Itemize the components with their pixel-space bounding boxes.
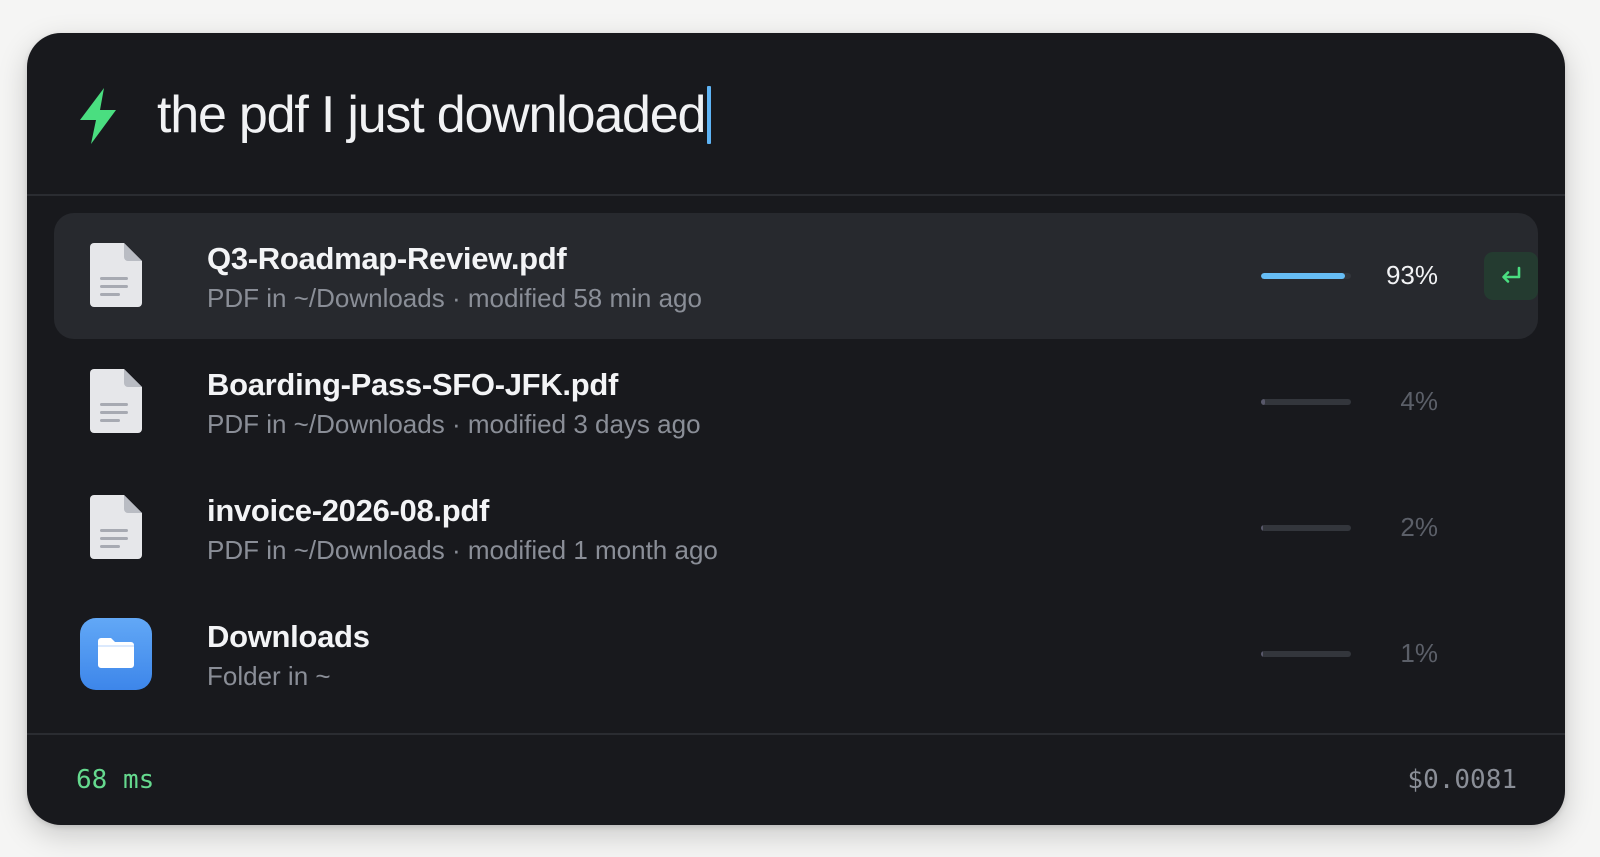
relevance-bar xyxy=(1261,525,1351,531)
result-item[interactable]: invoice-2026-08.pdf PDF in ~/Downloads ·… xyxy=(54,465,1538,591)
result-item[interactable]: Q3-Roadmap-Review.pdf PDF in ~/Downloads… xyxy=(54,213,1538,339)
result-title: Downloads xyxy=(207,619,370,654)
pdf-file-icon xyxy=(90,369,142,433)
result-item[interactable]: Downloads Folder in ~ 1% xyxy=(54,591,1538,717)
result-item[interactable]: Boarding-Pass-SFO-JFK.pdf PDF in ~/Downl… xyxy=(54,339,1538,465)
launcher-window: the pdf I just downloaded Q3-Roadmap-Rev… xyxy=(27,33,1565,825)
relevance-bar xyxy=(1261,399,1351,405)
relevance-bar-fill xyxy=(1261,525,1263,531)
result-title: Boarding-Pass-SFO-JFK.pdf xyxy=(207,367,619,402)
search-query-text: the pdf I just downloaded xyxy=(157,86,706,144)
relevance-percent: 93% xyxy=(1385,260,1438,290)
relevance-bar xyxy=(1261,273,1351,279)
result-subtitle: PDF in ~/Downloads · modified 1 month ag… xyxy=(207,535,718,565)
status-bar: 68 ms $0.0081 xyxy=(27,733,1565,825)
relevance-percent: 1% xyxy=(1400,638,1438,668)
latency-readout: 68 ms xyxy=(76,765,155,795)
result-title: Q3-Roadmap-Review.pdf xyxy=(207,241,567,276)
search-input[interactable]: the pdf I just downloaded xyxy=(157,83,712,147)
search-bar: the pdf I just downloaded xyxy=(27,33,1565,196)
result-subtitle: PDF in ~/Downloads · modified 3 days ago xyxy=(207,409,701,439)
pdf-file-icon xyxy=(90,243,142,307)
result-title: invoice-2026-08.pdf xyxy=(207,493,490,528)
relevance-bar-fill xyxy=(1261,273,1345,279)
return-key-icon xyxy=(1502,266,1521,283)
results-list: Q3-Roadmap-Review.pdf PDF in ~/Downloads… xyxy=(54,213,1538,717)
folder-icon xyxy=(80,618,152,690)
relevance-percent: 4% xyxy=(1400,386,1438,416)
result-subtitle: PDF in ~/Downloads · modified 58 min ago xyxy=(207,283,702,313)
cost-readout: $0.0081 xyxy=(1407,765,1517,795)
relevance-percent: 2% xyxy=(1400,512,1438,542)
relevance-bar xyxy=(1261,651,1351,657)
bolt-icon xyxy=(80,88,116,144)
open-result-button[interactable] xyxy=(1484,252,1538,300)
result-subtitle: Folder in ~ xyxy=(207,661,331,691)
relevance-bar-fill xyxy=(1261,651,1263,657)
pdf-file-icon xyxy=(90,495,142,559)
relevance-bar-fill xyxy=(1261,399,1265,405)
text-caret xyxy=(707,86,712,144)
